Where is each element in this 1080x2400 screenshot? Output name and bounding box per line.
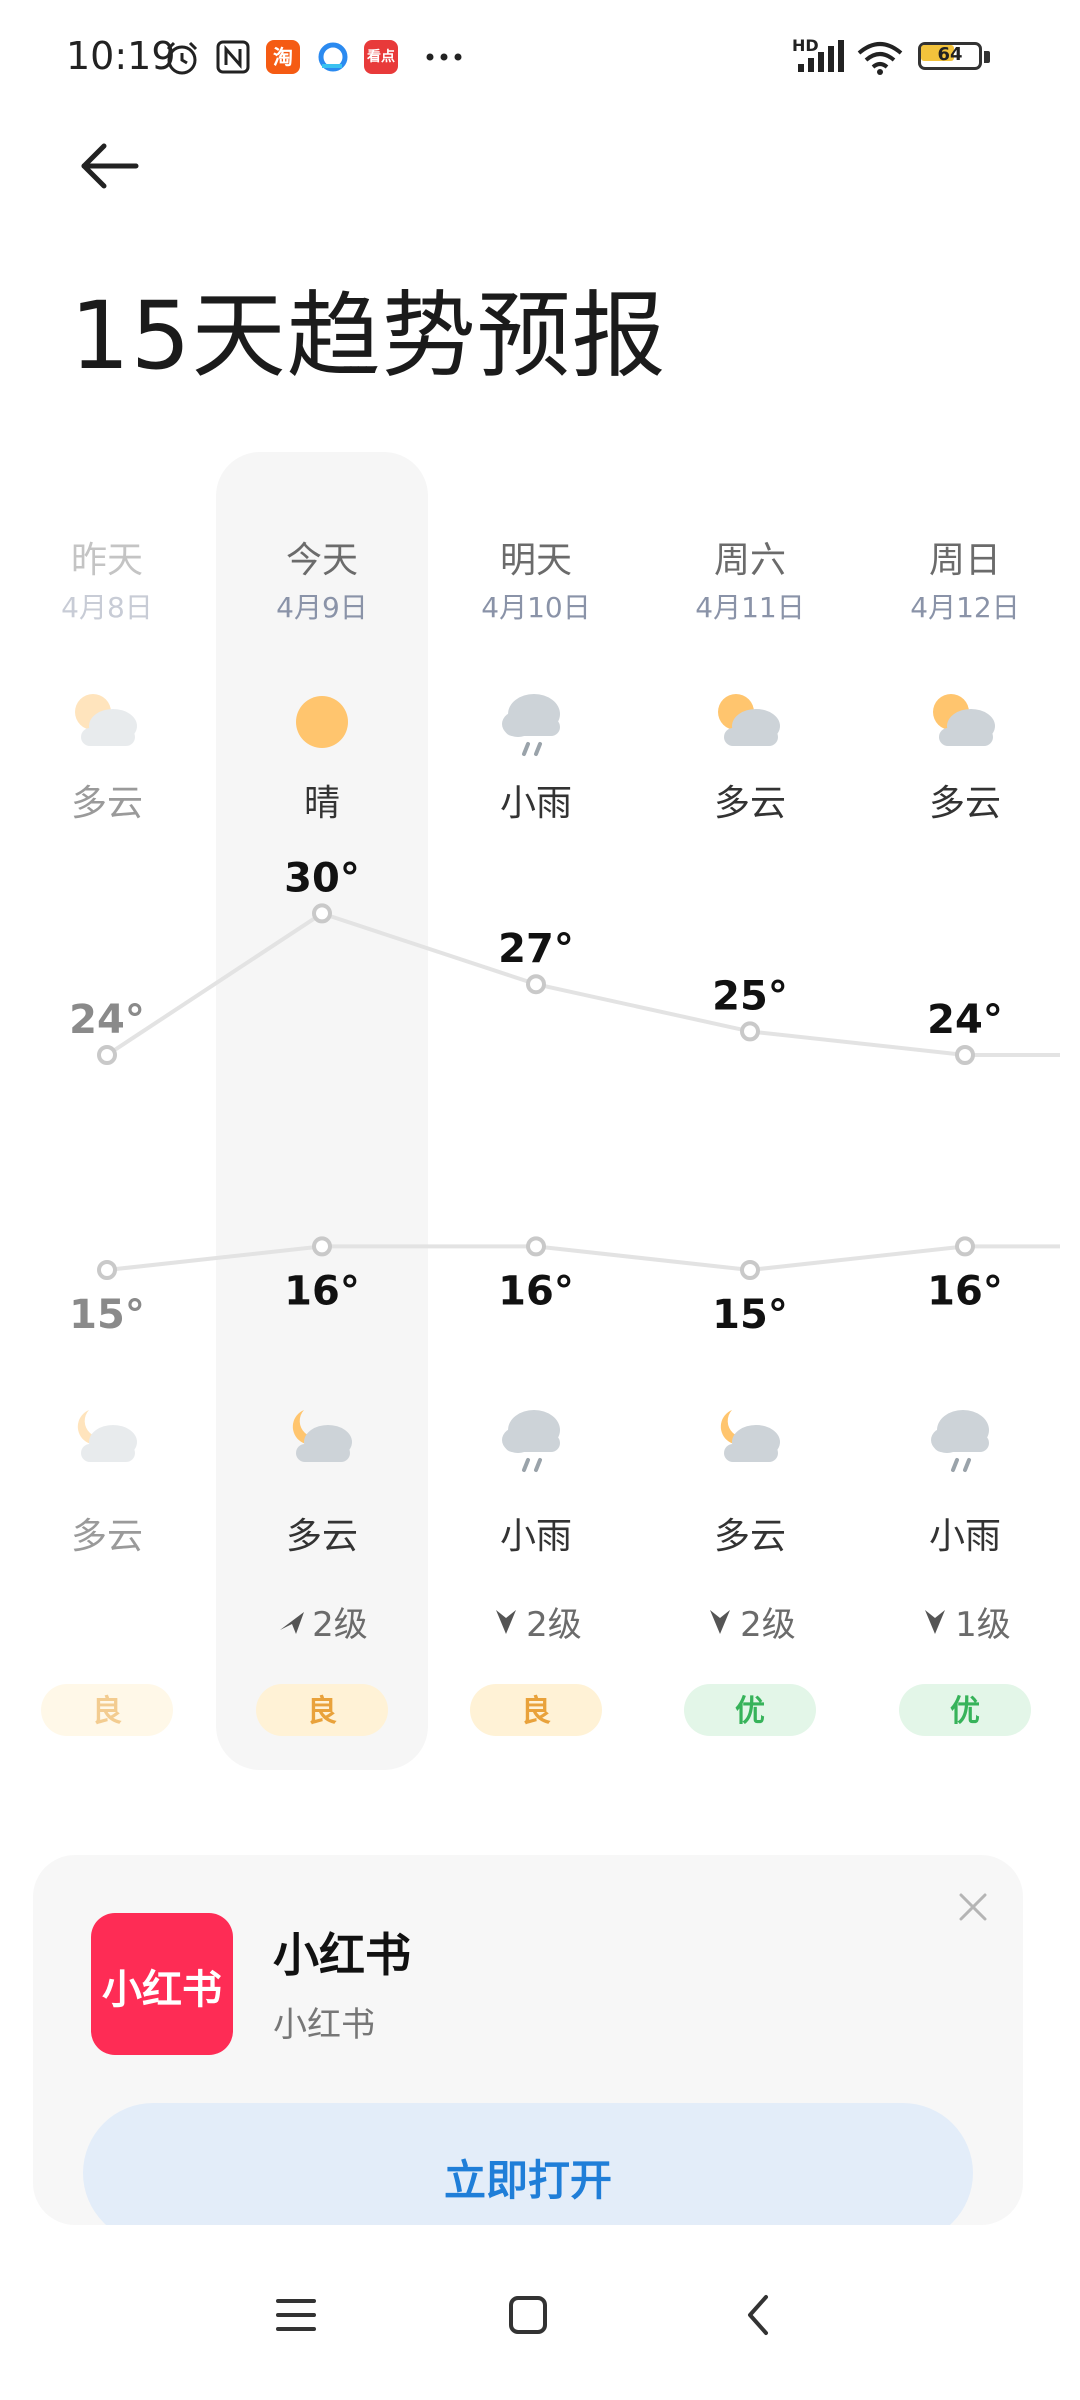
- wind-level-label: 2级: [740, 1605, 796, 1645]
- night-weather-label: 小雨: [500, 1516, 572, 1557]
- low-temp-point: [740, 1260, 760, 1280]
- low-temp-line: [106, 1244, 1060, 1273]
- low-temp-point: [955, 1236, 975, 1257]
- wind-direction-icon: [710, 1610, 730, 1634]
- day-label: 今天: [286, 540, 358, 581]
- navigation-bar: [0, 2225, 1080, 2400]
- aqi-label: 良: [521, 1694, 551, 1729]
- high-temp-label: 25°: [712, 973, 788, 1019]
- app-subtitle: 小红书: [273, 2005, 375, 2045]
- sunny-icon: [296, 696, 348, 748]
- wind-direction-icon: [925, 1610, 945, 1634]
- aqi-label: 良: [92, 1694, 122, 1729]
- night-weather-label: 小雨: [929, 1516, 1001, 1557]
- low-temp-label: 15°: [712, 1292, 788, 1338]
- menu-icon[interactable]: [256, 2275, 336, 2355]
- night-weather-label: 多云: [71, 1516, 143, 1557]
- close-icon[interactable]: [953, 1887, 993, 1927]
- aqi-label: 优: [950, 1694, 980, 1729]
- day-label: 周日: [929, 540, 1001, 581]
- low-temp-label: 16°: [498, 1268, 574, 1314]
- wind-level-label: 2级: [526, 1605, 582, 1645]
- wind-direction-icon: [280, 1612, 304, 1634]
- day-weather-label: 小雨: [500, 783, 572, 824]
- day-weather-label: 晴: [304, 783, 340, 824]
- forecast-chart: 昨天 4月8日多云 24° 15° 多云良 今天 4月9日晴 30° 16° 多云 2级良 明天 4月1…: [41, 540, 1060, 1736]
- app-logo-text: 小红书: [102, 1967, 222, 2013]
- wind-level-label: 1级: [955, 1605, 1011, 1645]
- aqi-label: 良: [307, 1694, 337, 1729]
- night-weather-label: 多云: [714, 1516, 786, 1557]
- date-label: 4月12日: [910, 591, 1019, 624]
- light-rain-icon: [502, 694, 560, 756]
- partly-cloudy-day-icon: [718, 694, 780, 746]
- low-temp-label: 15°: [69, 1292, 145, 1338]
- high-temp-point: [740, 1021, 760, 1042]
- night-weather-label: 多云: [286, 1516, 358, 1557]
- date-label: 4月11日: [695, 591, 804, 624]
- day-weather-label: 多云: [71, 783, 143, 824]
- high-temp-point: [312, 903, 332, 924]
- back-icon[interactable]: [720, 2275, 800, 2355]
- day-weather-label: 多云: [929, 783, 1001, 824]
- low-temp-label: 16°: [284, 1268, 360, 1314]
- wind-level-label: 2级: [312, 1605, 368, 1645]
- open-app-button[interactable]: 立即打开: [83, 2103, 973, 2225]
- wind-direction-icon: [496, 1610, 516, 1634]
- partly-cloudy-day-icon: [75, 694, 137, 746]
- partly-cloudy-night-icon: [292, 1410, 352, 1462]
- app-name: 小红书: [273, 1928, 411, 1982]
- high-temp-label: 30°: [284, 855, 360, 901]
- day-label: 昨天: [71, 540, 143, 581]
- light-rain-icon: [502, 1410, 560, 1472]
- partly-cloudy-day-icon: [933, 694, 995, 746]
- home-icon[interactable]: [488, 2275, 568, 2355]
- date-label: 4月8日: [61, 591, 153, 624]
- low-temp-point: [312, 1236, 332, 1257]
- partly-cloudy-night-icon: [720, 1410, 780, 1462]
- day-label: 明天: [500, 540, 572, 581]
- day-label: 周六: [714, 540, 786, 581]
- date-label: 4月9日: [276, 591, 368, 624]
- high-temp-label: 27°: [498, 926, 574, 972]
- high-temp-label: 24°: [69, 997, 145, 1043]
- high-temp-label: 24°: [927, 997, 1003, 1043]
- open-app-button-label: 立即打开: [443, 2157, 612, 2204]
- low-temp-point: [97, 1260, 117, 1280]
- aqi-label: 优: [735, 1694, 765, 1729]
- partly-cloudy-night-icon: [77, 1410, 137, 1462]
- high-temp-line: [105, 911, 1060, 1057]
- light-rain-icon: [931, 1410, 989, 1472]
- high-temp-point: [97, 1045, 117, 1065]
- low-temp-point: [526, 1236, 546, 1257]
- low-temp-label: 16°: [927, 1268, 1003, 1314]
- day-weather-label: 多云: [714, 783, 786, 824]
- app-logo[interactable]: 小红书: [91, 1913, 233, 2055]
- high-temp-point: [526, 974, 546, 995]
- promo-card: 小红书 小红书 小红书 立即打开: [33, 1855, 1023, 2225]
- date-label: 4月10日: [481, 591, 590, 624]
- high-temp-point: [955, 1045, 975, 1065]
